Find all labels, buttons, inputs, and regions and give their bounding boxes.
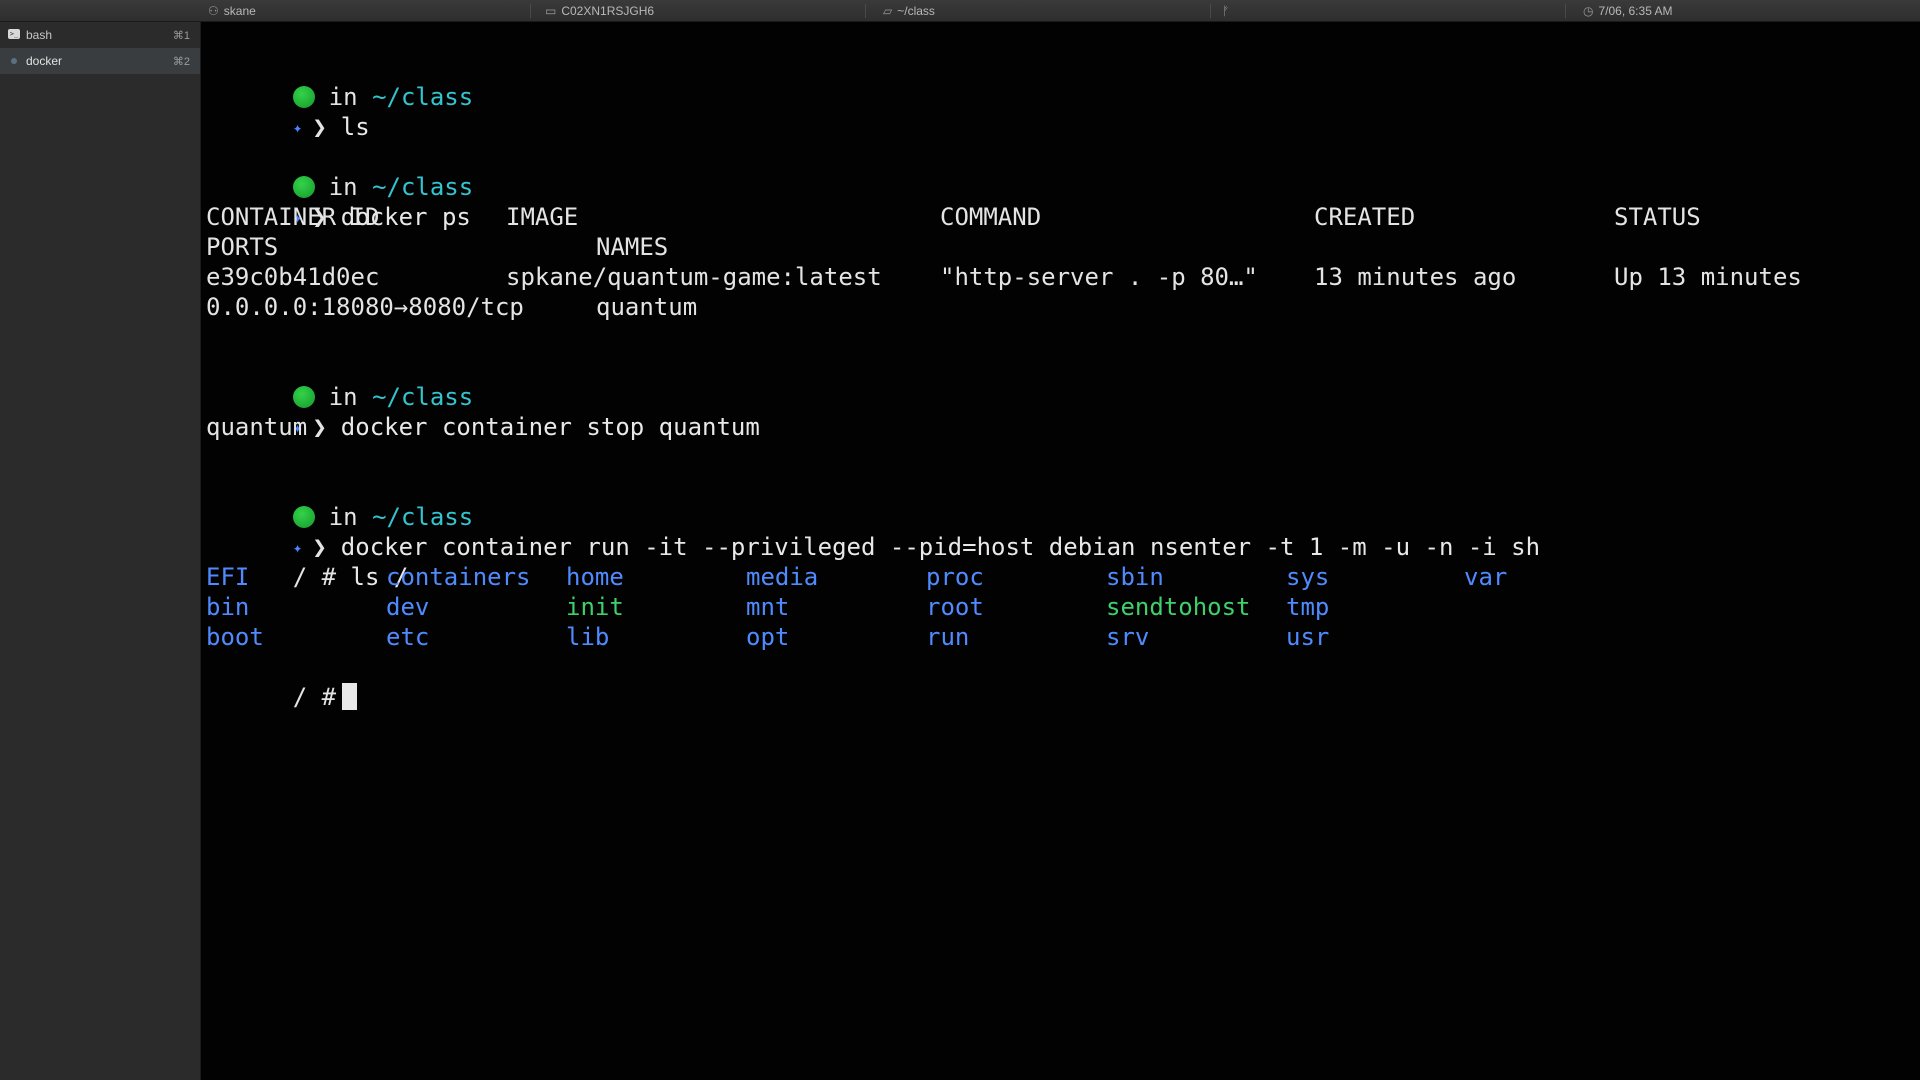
prompt-arrow-icon: ❯ xyxy=(312,113,327,141)
sidebar-item-label: docker xyxy=(26,54,63,68)
listing-entry: srv xyxy=(1106,623,1150,651)
table-cell: quantum xyxy=(596,293,698,321)
git-branch-icon: ᚠ xyxy=(1222,4,1230,18)
listing-row: EFI containers home media proc sbin sys … xyxy=(206,562,1540,592)
docker-ps-row: 0.0.0.0:18080→8080/tcp quantum xyxy=(206,292,1540,322)
active-tab-indicator-icon xyxy=(11,58,17,64)
command-line: ✦ ❯ docker container stop quantum xyxy=(206,382,1540,441)
command-line: ✦ ❯ ls xyxy=(206,82,1540,141)
listing-entry: home xyxy=(566,563,624,591)
user-icon: ⚇ xyxy=(208,4,219,18)
table-cell: "http-server . -p 80…" xyxy=(940,263,1258,291)
docker-ps-row: e39c0b41d0ec spkane/quantum-game:latest … xyxy=(206,262,1802,292)
status-divider xyxy=(530,4,531,18)
listing-entry: dev xyxy=(386,593,430,621)
table-cell: 0.0.0.0:18080→8080/tcp xyxy=(206,293,524,321)
prompt-line: in ~/class xyxy=(206,352,1540,411)
table-cell: e39c0b41d0ec xyxy=(206,263,380,291)
table-cell: 13 minutes ago xyxy=(1314,263,1517,291)
sidebar-item-shortcut: ⌘1 xyxy=(172,29,190,42)
terminal-icon: >_ xyxy=(8,29,20,39)
command-text: ls xyxy=(340,113,370,141)
listing-entry: var xyxy=(1464,563,1508,591)
sidebar: >_ bash ⌘1 docker ⌘2 xyxy=(0,22,201,1080)
listing-entry: sys xyxy=(1286,563,1330,591)
listing-entry: init xyxy=(566,593,624,621)
column-header: NAMES xyxy=(596,233,669,261)
listing-entry: mnt xyxy=(746,593,790,621)
listing-entry: containers xyxy=(386,563,531,591)
table-cell: Up 13 minutes xyxy=(1614,263,1802,291)
status-bar: ⚇ skane ▭ C02XN1RSJGH6 ▱ ~/class ᚠ ◷ 7/0… xyxy=(0,0,1920,22)
status-host-label: C02XN1RSJGH6 xyxy=(561,4,655,18)
listing-entry: sendtohost xyxy=(1106,593,1251,621)
listing-entry: sbin xyxy=(1106,563,1164,591)
status-divider xyxy=(1210,4,1211,18)
status-dir: ▱ ~/class xyxy=(883,0,935,22)
listing-row: bin dev init mnt root sendtohost tmp xyxy=(206,592,1540,622)
clock-icon: ◷ xyxy=(1583,4,1594,18)
prompt-line: in ~/class xyxy=(206,472,1540,531)
root-command-line: / # ls / xyxy=(206,532,1540,591)
prompt-star-icon: ✦ xyxy=(292,118,303,137)
status-divider xyxy=(865,4,866,18)
listing-row: boot etc lib opt run srv usr xyxy=(206,622,1540,652)
column-header: COMMAND xyxy=(940,203,1042,231)
sidebar-item-bash[interactable]: >_ bash ⌘1 xyxy=(0,22,200,48)
listing-entry: proc xyxy=(926,563,984,591)
listing-entry: lib xyxy=(566,623,610,651)
docker-ps-header: CONTAINER ID IMAGE COMMAND CREATED STATU… xyxy=(206,202,1701,232)
sidebar-item-docker[interactable]: docker ⌘2 xyxy=(0,48,200,74)
listing-entry: root xyxy=(926,593,984,621)
status-git: ᚠ xyxy=(1222,0,1229,22)
status-divider xyxy=(1565,4,1566,18)
prompt-line: in ~/class xyxy=(206,142,1540,201)
listing-entry: boot xyxy=(206,623,264,651)
listing-entry: etc xyxy=(386,623,430,651)
status-host: ▭ C02XN1RSJGH6 xyxy=(545,0,654,22)
terminal-output: in ~/class ✦ ❯ ls in ~/class ✦ ❯ docker ps C… xyxy=(206,52,1802,711)
status-clock: ◷ 7/06, 6:35 AM xyxy=(1583,0,1673,22)
text-cursor xyxy=(342,683,358,710)
sidebar-item-label: bash xyxy=(26,28,53,42)
listing-entry: tmp xyxy=(1286,593,1330,621)
command-line: ✦ ❯ docker ps xyxy=(206,172,1540,231)
laptop-icon: ▭ xyxy=(545,4,557,18)
column-header: STATUS xyxy=(1614,203,1701,231)
status-user: ⚇ skane xyxy=(208,0,256,22)
sidebar-item-shortcut: ⌘2 xyxy=(172,55,190,68)
listing-entry: usr xyxy=(1286,623,1330,651)
command-output: quantum xyxy=(206,413,308,441)
command-line: ✦ ❯ docker container run -it --privileged … xyxy=(206,502,1540,561)
status-user-label: skane xyxy=(223,4,256,18)
status-clock-label: 7/06, 6:35 AM xyxy=(1598,4,1673,18)
column-header: CONTAINER ID xyxy=(206,203,380,231)
listing-entry: bin xyxy=(206,593,250,621)
status-dir-label: ~/class xyxy=(897,4,935,18)
prompt-line: in ~/class xyxy=(206,52,1540,111)
column-header: PORTS xyxy=(206,233,279,261)
column-header: CREATED xyxy=(1314,203,1416,231)
root-prompt: / # xyxy=(292,683,337,711)
column-header: IMAGE xyxy=(506,203,579,231)
listing-entry: opt xyxy=(746,623,790,651)
docker-ps-header: PORTS NAMES xyxy=(206,232,1540,262)
final-prompt-line[interactable]: / # xyxy=(206,652,1540,711)
listing-entry: media xyxy=(746,563,819,591)
folder-icon: ▱ xyxy=(883,4,893,18)
listing-entry: EFI xyxy=(206,563,250,591)
table-cell: spkane/quantum-game:latest xyxy=(506,263,882,291)
listing-entry: run xyxy=(926,623,970,651)
terminal-pane[interactable]: in ~/class ✦ ❯ ls in ~/class ✦ ❯ docker ps C… xyxy=(201,22,1920,1080)
